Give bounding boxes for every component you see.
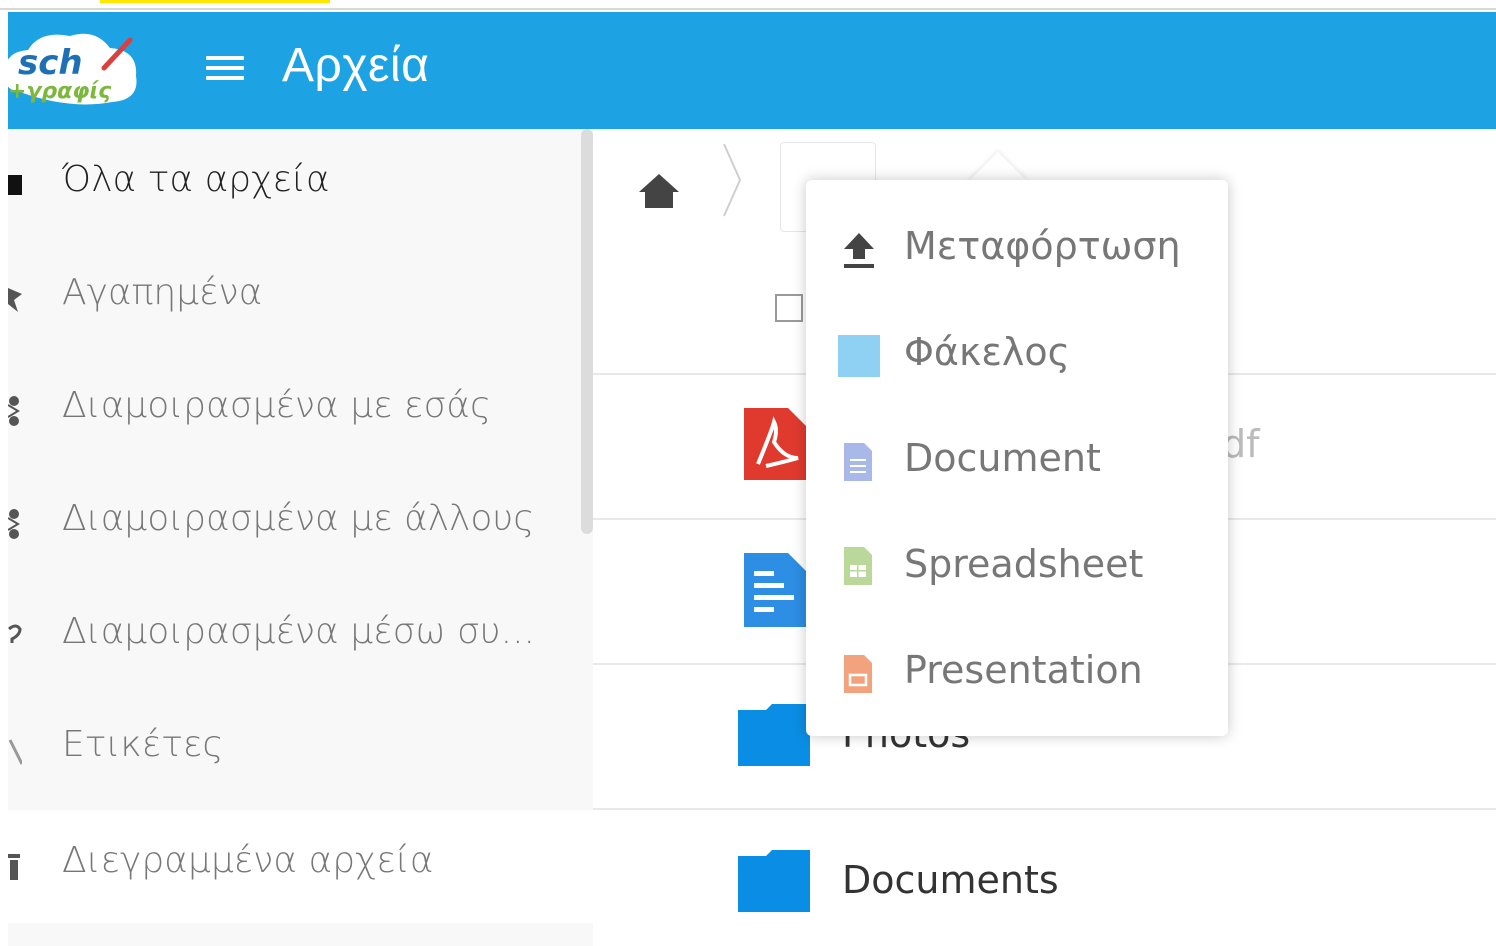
document-file-icon xyxy=(744,553,806,627)
sidebar-item-label: Διαμοιρασμένα με εσάς xyxy=(62,385,492,426)
sidebar-item-label: Διαμοιρασμένα μέσω συ... xyxy=(62,611,535,652)
menu-toggle-button[interactable] xyxy=(206,56,244,86)
sidebar-item-shared-with-others[interactable]: Διαμοιρασμένα με άλλους xyxy=(8,468,581,581)
svg-text:+γραφίς: +γραφίς xyxy=(8,79,112,104)
folder-icon xyxy=(838,335,880,377)
spreadsheet-icon xyxy=(844,547,872,585)
sidebar-item-label: Όλα τα αρχεία xyxy=(62,159,330,200)
folder-icon xyxy=(8,175,22,195)
popover-arrow xyxy=(968,152,1028,182)
menu-item-label: Spreadsheet xyxy=(904,542,1144,586)
sidebar-item-tags[interactable]: Ετικέτες xyxy=(8,694,581,807)
tag-icon xyxy=(8,739,22,765)
sidebar-item-all-files[interactable]: Όλα τα αρχεία xyxy=(8,129,581,242)
document-icon xyxy=(844,443,872,481)
home-icon[interactable] xyxy=(638,172,680,210)
app-title: Αρχεία xyxy=(282,39,430,92)
trash-icon xyxy=(8,854,20,880)
sidebar: Όλα τα αρχεία Αγαπημένα Διαμοιρασμένα με… xyxy=(8,129,593,946)
highlight-mark xyxy=(100,0,330,3)
app-logo[interactable]: sch +γραφίς xyxy=(0,22,140,112)
menu-item-label: Φάκελος xyxy=(904,330,1070,374)
sidebar-item-label: Διαμοιρασμένα με άλλους xyxy=(62,498,535,539)
menu-item-label: Μεταφόρτωση xyxy=(904,224,1181,268)
link-icon xyxy=(8,624,22,643)
sidebar-item-label: Διεγραμμένα αρχεία xyxy=(62,840,434,881)
menu-item-spreadsheet[interactable]: Spreadsheet xyxy=(806,514,1228,620)
sidebar-item-shared-with-you[interactable]: Διαμοιρασμένα με εσάς xyxy=(8,355,581,468)
menu-item-presentation[interactable]: Presentation xyxy=(806,620,1228,726)
share-icon xyxy=(8,509,20,539)
new-file-menu: Μεταφόρτωση Φάκελος Document Spreadsheet… xyxy=(806,180,1228,736)
menu-item-document[interactable]: Document xyxy=(806,408,1228,514)
upload-icon xyxy=(844,233,874,268)
share-icon xyxy=(8,396,20,426)
sidebar-scrollbar[interactable] xyxy=(581,129,593,534)
svg-text:sch: sch xyxy=(18,43,83,83)
folder-icon xyxy=(738,704,810,766)
menu-item-label: Document xyxy=(904,436,1101,480)
star-icon xyxy=(8,288,22,312)
select-all-checkbox[interactable] xyxy=(775,294,803,322)
pdf-file-icon xyxy=(744,408,806,480)
sidebar-item-deleted-files[interactable]: Διεγραμμένα αρχεία xyxy=(8,810,593,923)
row-divider xyxy=(593,808,1496,810)
menu-item-upload[interactable]: Μεταφόρτωση xyxy=(806,196,1228,302)
sidebar-item-favorites[interactable]: Αγαπημένα xyxy=(8,242,581,355)
folder-icon xyxy=(738,850,810,912)
sidebar-item-shared-via-link[interactable]: Διαμοιρασμένα μέσω συ... xyxy=(8,581,581,694)
presentation-icon xyxy=(844,655,872,693)
menu-item-folder[interactable]: Φάκελος xyxy=(806,302,1228,408)
breadcrumb-separator-icon xyxy=(723,143,742,217)
sidebar-item-label: Ετικέτες xyxy=(62,724,224,765)
file-name: Documents xyxy=(842,858,1059,902)
sidebar-item-label: Αγαπημένα xyxy=(62,272,263,313)
menu-item-label: Presentation xyxy=(904,648,1143,692)
